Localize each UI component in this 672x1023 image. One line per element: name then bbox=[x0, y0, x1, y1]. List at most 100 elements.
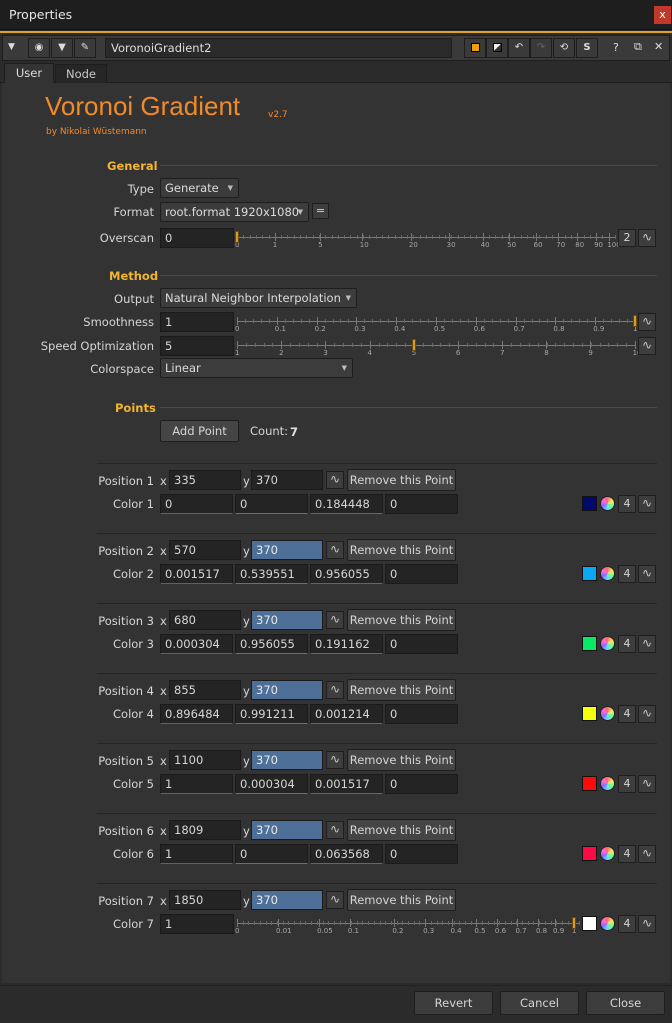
curve-icon[interactable]: ∿ bbox=[638, 495, 656, 513]
color-swatch[interactable] bbox=[582, 916, 597, 931]
cancel-button[interactable]: Cancel bbox=[500, 991, 579, 1015]
color-wheel-icon[interactable] bbox=[600, 636, 615, 651]
color-b-input[interactable]: 0.001517 bbox=[310, 774, 383, 794]
color-wheel-icon[interactable] bbox=[600, 706, 615, 721]
script-button[interactable]: S bbox=[576, 38, 598, 58]
color-g-input[interactable]: 0 bbox=[235, 494, 308, 514]
position-x-input[interactable]: 1850 bbox=[169, 890, 241, 910]
curve-icon[interactable]: ∿ bbox=[326, 821, 344, 839]
add-point-button[interactable]: Add Point bbox=[160, 420, 239, 442]
position-y-input[interactable]: 370 bbox=[251, 470, 323, 490]
color-anim-button[interactable]: 4 bbox=[618, 705, 636, 723]
color-anim-button[interactable]: 4 bbox=[618, 845, 636, 863]
color-b-input[interactable]: 0.191162 bbox=[310, 634, 383, 654]
curve-icon[interactable]: ∿ bbox=[326, 471, 344, 489]
curve-icon[interactable]: ∿ bbox=[638, 845, 656, 863]
curve-icon[interactable]: ∿ bbox=[326, 891, 344, 909]
close-button[interactable]: Close bbox=[586, 991, 665, 1015]
color-anim-button[interactable]: 4 bbox=[618, 495, 636, 513]
color-a-input[interactable]: 0 bbox=[385, 494, 458, 514]
remove-point-button[interactable]: Remove this Point bbox=[347, 469, 456, 491]
overscan-input[interactable]: 0 bbox=[160, 228, 234, 248]
color-anim-button[interactable]: 4 bbox=[618, 565, 636, 583]
color-b-input[interactable]: 0.956055 bbox=[310, 564, 383, 584]
color-value-input[interactable]: 1 bbox=[160, 914, 234, 934]
slider-handle[interactable] bbox=[235, 231, 239, 243]
color-slider[interactable]: 0 0.01 0.05 0.1 0.2 0.3 0.4 0.5 0.6 0.7 0.8 0.9 1 bbox=[235, 917, 580, 937]
position-x-input[interactable]: 335 bbox=[169, 470, 241, 490]
color-swatch[interactable] bbox=[582, 776, 597, 791]
color-anim-button[interactable]: 4 bbox=[618, 915, 636, 933]
remove-point-button[interactable]: Remove this Point bbox=[347, 749, 456, 771]
speed-optimization-input[interactable]: 5 bbox=[160, 336, 234, 356]
curve-icon[interactable]: ∿ bbox=[326, 611, 344, 629]
color-wheel-icon[interactable] bbox=[600, 566, 615, 581]
remove-point-button[interactable]: Remove this Point bbox=[347, 609, 456, 631]
curve-icon[interactable]: ∿ bbox=[638, 313, 656, 331]
color-b-input[interactable]: 0.184448 bbox=[310, 494, 383, 514]
curve-icon[interactable]: ∿ bbox=[638, 565, 656, 583]
remove-point-button[interactable]: Remove this Point bbox=[347, 889, 456, 911]
speed-optimization-slider[interactable]: 12345678910 bbox=[235, 339, 642, 359]
format-equals-button[interactable]: = bbox=[312, 203, 329, 219]
float-panel-icon[interactable]: ⧉ bbox=[634, 40, 642, 54]
color-g-input[interactable]: 0.539551 bbox=[235, 564, 308, 584]
curve-icon[interactable]: ∿ bbox=[326, 541, 344, 559]
color-swatch[interactable] bbox=[582, 636, 597, 651]
position-x-input[interactable]: 855 bbox=[169, 680, 241, 700]
color-g-input[interactable]: 0 bbox=[235, 844, 308, 864]
color-r-input[interactable]: 0 bbox=[160, 494, 233, 514]
overscan-slider[interactable]: 0 1 5 10 20 30 40 50 60 70 80 90 100 bbox=[235, 231, 621, 251]
revert-icon[interactable]: ⟲ bbox=[553, 38, 575, 58]
format-dropdown[interactable]: root.format 1920x1080 ▼ bbox=[160, 202, 309, 222]
slider-handle[interactable] bbox=[633, 315, 637, 327]
smoothness-input[interactable]: 1 bbox=[160, 312, 234, 332]
color-a-input[interactable]: 0 bbox=[385, 844, 458, 864]
tab-node[interactable]: Node bbox=[55, 64, 107, 84]
curve-icon[interactable]: ∿ bbox=[638, 635, 656, 653]
node-color-button[interactable] bbox=[464, 38, 486, 58]
color-swatch[interactable] bbox=[582, 566, 597, 581]
color-swatch[interactable] bbox=[582, 706, 597, 721]
color-anim-button[interactable]: 4 bbox=[618, 635, 636, 653]
color-r-input[interactable]: 1 bbox=[160, 774, 233, 794]
position-y-input[interactable]: 370 bbox=[251, 890, 323, 910]
color-swatch[interactable] bbox=[582, 496, 597, 511]
remove-point-button[interactable]: Remove this Point bbox=[347, 819, 456, 841]
color-r-input[interactable]: 1 bbox=[160, 844, 233, 864]
wrench-icon[interactable]: ✎ bbox=[74, 38, 96, 58]
color-b-input[interactable]: 0.001214 bbox=[310, 704, 383, 724]
position-x-input[interactable]: 1809 bbox=[169, 820, 241, 840]
curve-icon[interactable]: ∿ bbox=[638, 705, 656, 723]
color-wheel-icon[interactable] bbox=[600, 846, 615, 861]
close-window-button[interactable]: x bbox=[654, 6, 671, 24]
color-g-input[interactable]: 0.991211 bbox=[235, 704, 308, 724]
remove-point-button[interactable]: Remove this Point bbox=[347, 679, 456, 701]
curve-icon[interactable]: ∿ bbox=[326, 681, 344, 699]
color-a-input[interactable]: 0 bbox=[385, 704, 458, 724]
close-panel-icon[interactable]: ✕ bbox=[654, 40, 663, 53]
color-g-input[interactable]: 0.000304 bbox=[235, 774, 308, 794]
revert-button[interactable]: Revert bbox=[414, 991, 493, 1015]
smoothness-slider[interactable]: 0 0.1 0.2 0.3 0.4 0.5 0.6 0.7 0.8 0.9 1 bbox=[235, 315, 637, 335]
position-y-input[interactable]: 370 bbox=[251, 680, 323, 700]
color-b-input[interactable]: 0.063568 bbox=[310, 844, 383, 864]
overscan-anim-button[interactable]: 2 bbox=[618, 229, 636, 247]
curve-icon[interactable]: ∿ bbox=[638, 337, 656, 355]
gl-color-button[interactable] bbox=[486, 38, 508, 58]
curve-icon[interactable]: ∿ bbox=[638, 229, 656, 247]
input-node-icon[interactable]: ▼ bbox=[51, 38, 73, 58]
remove-point-button[interactable]: Remove this Point bbox=[347, 539, 456, 561]
position-x-input[interactable]: 680 bbox=[169, 610, 241, 630]
colorspace-dropdown[interactable]: Linear ▼ bbox=[160, 358, 353, 378]
color-g-input[interactable]: 0.956055 bbox=[235, 634, 308, 654]
color-r-input[interactable]: 0.001517 bbox=[160, 564, 233, 584]
output-dropdown[interactable]: Natural Neighbor Interpolation ▼ bbox=[160, 288, 357, 308]
undo-icon[interactable]: ↶ bbox=[508, 38, 530, 58]
color-a-input[interactable]: 0 bbox=[385, 634, 458, 654]
color-swatch[interactable] bbox=[582, 846, 597, 861]
node-name-field[interactable]: VoronoiGradient2 bbox=[105, 38, 452, 58]
curve-icon[interactable]: ∿ bbox=[638, 775, 656, 793]
help-icon[interactable]: ? bbox=[613, 41, 619, 54]
position-y-input[interactable]: 370 bbox=[251, 540, 323, 560]
